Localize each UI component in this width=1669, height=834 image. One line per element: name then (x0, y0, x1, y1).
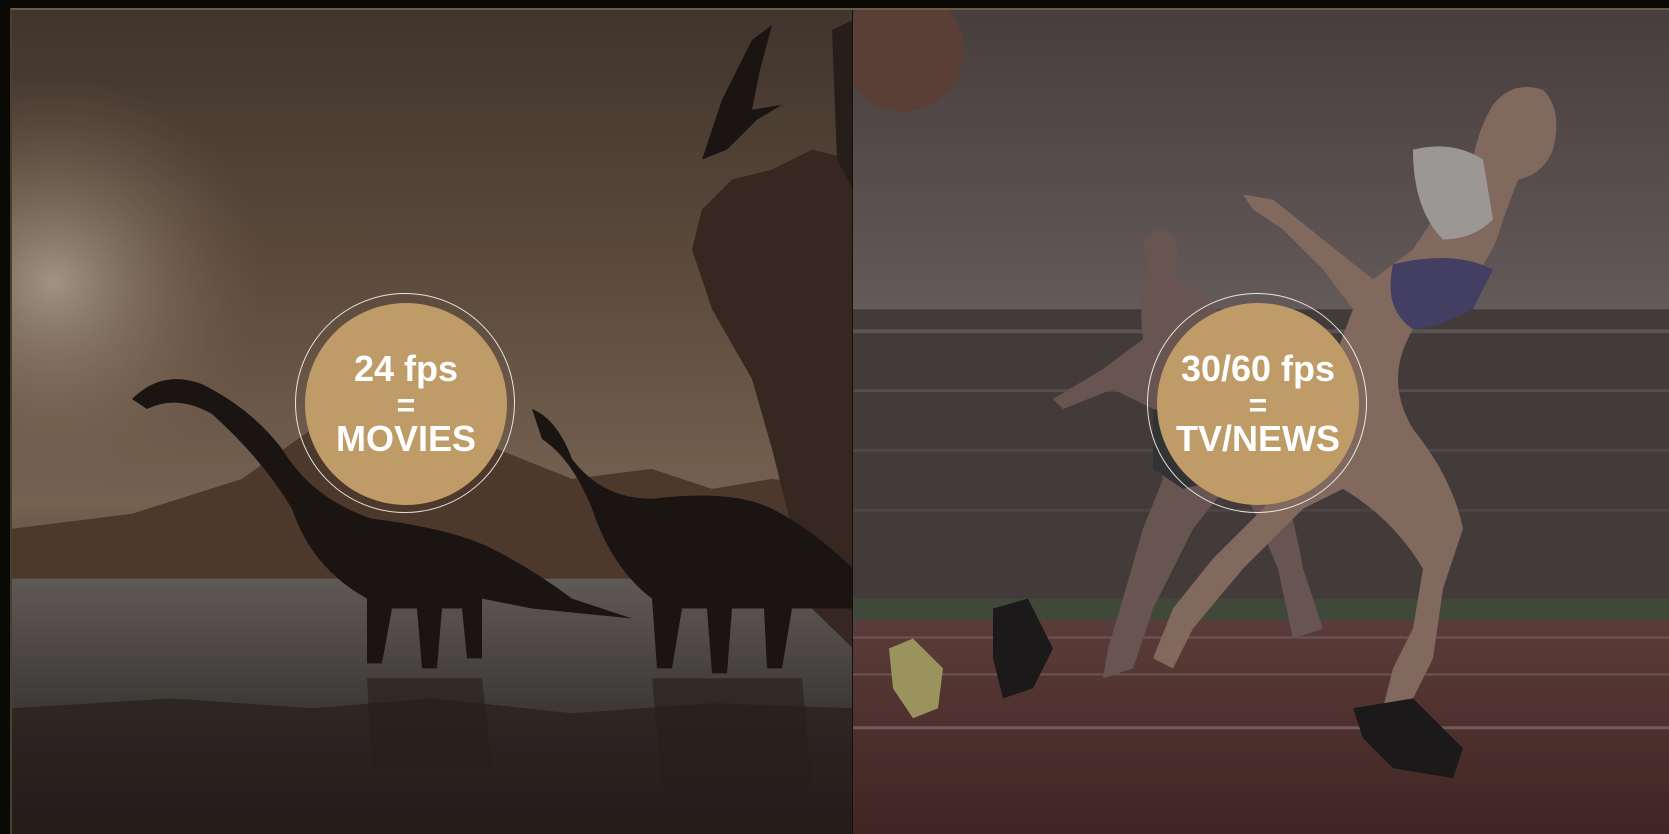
tv-news-fps-badge-fill: 30/60 fps = TV/NEWS (1157, 303, 1359, 505)
movies-fps-badge: 24 fps = MOVIES (295, 293, 515, 513)
movies-fps-badge-fill: 24 fps = MOVIES (305, 303, 507, 505)
tv-news-equals-sign: = (1248, 387, 1268, 423)
movies-fps-label: 24 fps (353, 348, 459, 389)
slide-canvas (10, 8, 1669, 834)
movies-category-label: MOVIES (335, 418, 477, 459)
slide-frame: 24 fps = MOVIES 30/60 fps = TV/NEWS (0, 0, 1669, 834)
tv-news-category-label: TV/NEWS (1175, 418, 1340, 459)
tv-news-fps-badge: 30/60 fps = TV/NEWS (1147, 293, 1367, 513)
movies-equals-sign: = (396, 387, 416, 423)
tv-news-fps-label: 30/60 fps (1180, 348, 1336, 389)
